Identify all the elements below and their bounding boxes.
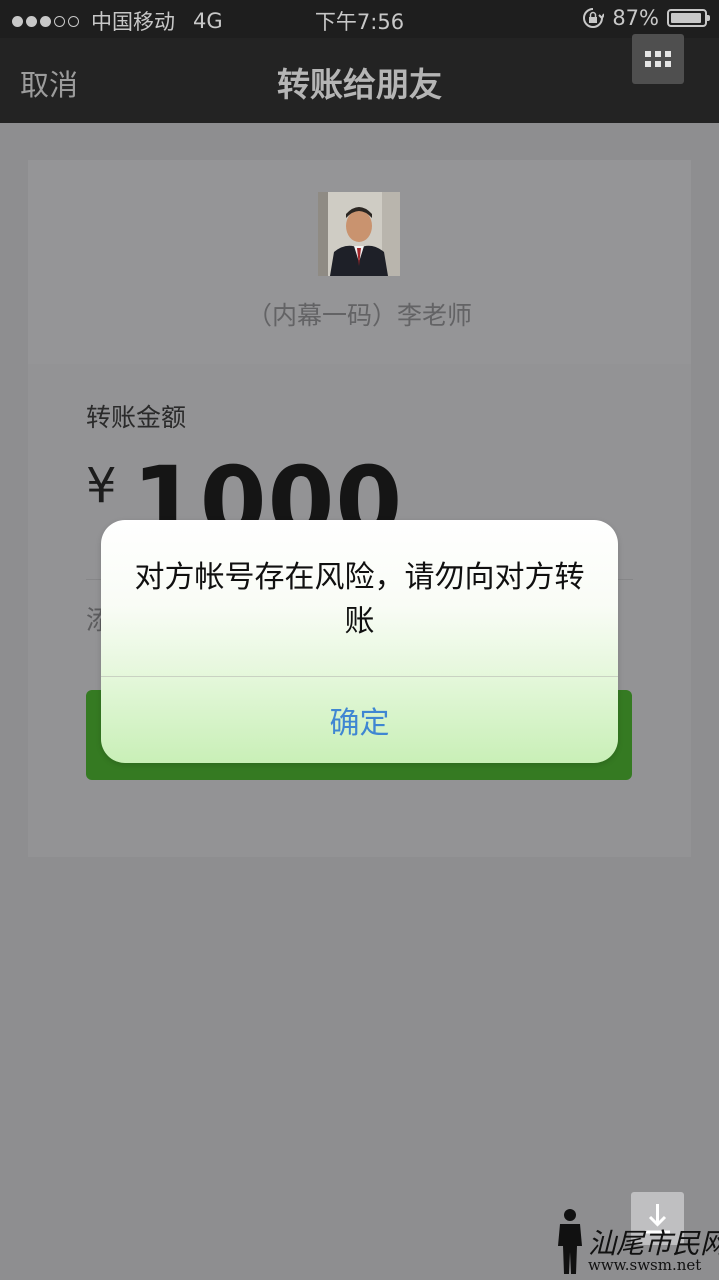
avatar: [318, 192, 400, 276]
dialog-message: 对方帐号存在风险，请勿向对方转账: [134, 560, 585, 639]
rotation-lock-icon: [583, 8, 605, 28]
nav-bar: 取消 转账给朋友: [0, 38, 719, 123]
battery-icon: [667, 9, 710, 27]
payee-name: （内幕一码）李老师: [246, 301, 472, 330]
avatar-photo: [318, 192, 400, 276]
grid-menu-icon[interactable]: [632, 34, 684, 84]
battery-percent: 87%: [612, 6, 659, 30]
status-bar: 中国移动 4G 下午7:56 87%: [0, 0, 719, 38]
status-right: 87%: [582, 6, 710, 30]
dialog-ok-button[interactable]: 确定: [101, 677, 618, 763]
risk-warning-dialog: 对方帐号存在风险，请勿向对方转账 确定: [101, 520, 618, 763]
transfer-screen: 中国移动 4G 下午7:56 87% 取消 转账给朋友 （内幕一码）李老师 转账…: [0, 0, 719, 1280]
site-watermark: 汕尾市民网 www.swsm.net: [552, 1206, 719, 1276]
amount-label: 转账金额: [86, 403, 187, 432]
page-title: 转账给朋友: [277, 65, 442, 104]
person-silhouette-logo: [558, 1209, 582, 1274]
currency-symbol: ¥: [86, 458, 117, 514]
watermark-site: www.swsm.net: [588, 1256, 702, 1274]
